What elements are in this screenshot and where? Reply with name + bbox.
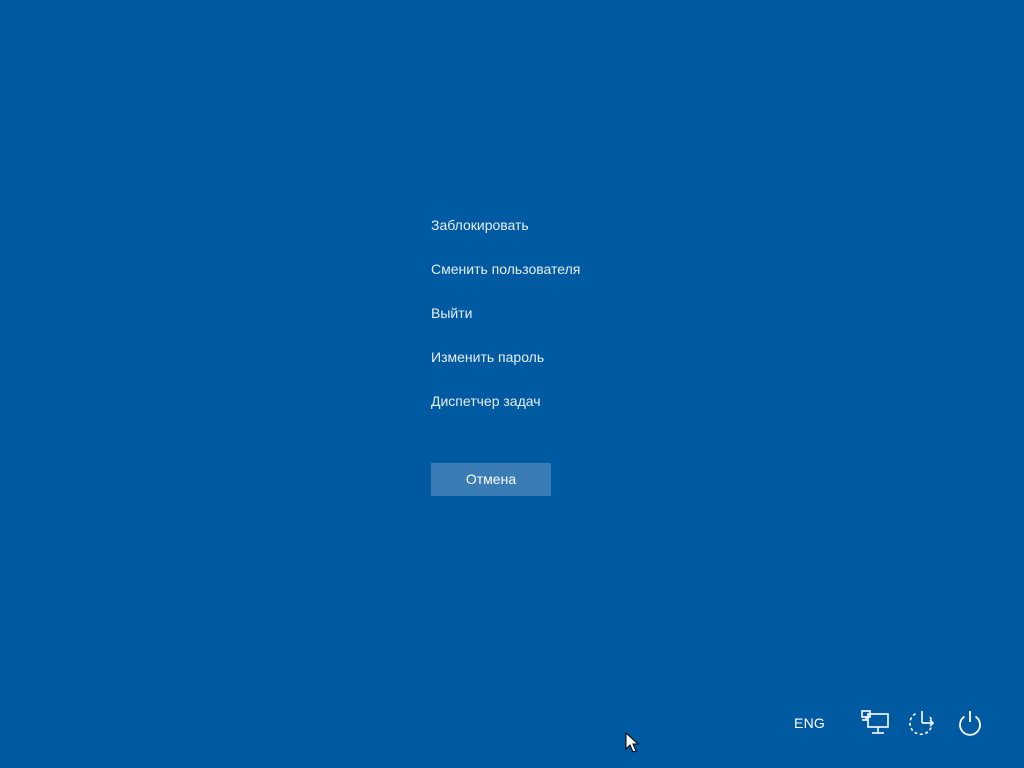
security-options-menu: Заблокировать Сменить пользователя Выйти… xyxy=(431,214,691,434)
system-tray: ENG xyxy=(794,708,986,738)
cancel-button[interactable]: Отмена xyxy=(431,463,551,496)
ease-of-access-icon[interactable] xyxy=(907,708,939,738)
task-manager-option[interactable]: Диспетчер задач xyxy=(431,390,691,412)
sign-out-option[interactable]: Выйти xyxy=(431,302,691,324)
power-icon[interactable] xyxy=(954,708,986,738)
change-password-option[interactable]: Изменить пароль xyxy=(431,346,691,368)
language-indicator[interactable]: ENG xyxy=(794,715,825,731)
network-icon[interactable] xyxy=(860,708,892,738)
mouse-cursor-icon xyxy=(625,732,639,753)
lock-option[interactable]: Заблокировать xyxy=(431,214,691,236)
switch-user-option[interactable]: Сменить пользователя xyxy=(431,258,691,280)
ctrl-alt-del-screen: Заблокировать Сменить пользователя Выйти… xyxy=(0,0,1024,768)
